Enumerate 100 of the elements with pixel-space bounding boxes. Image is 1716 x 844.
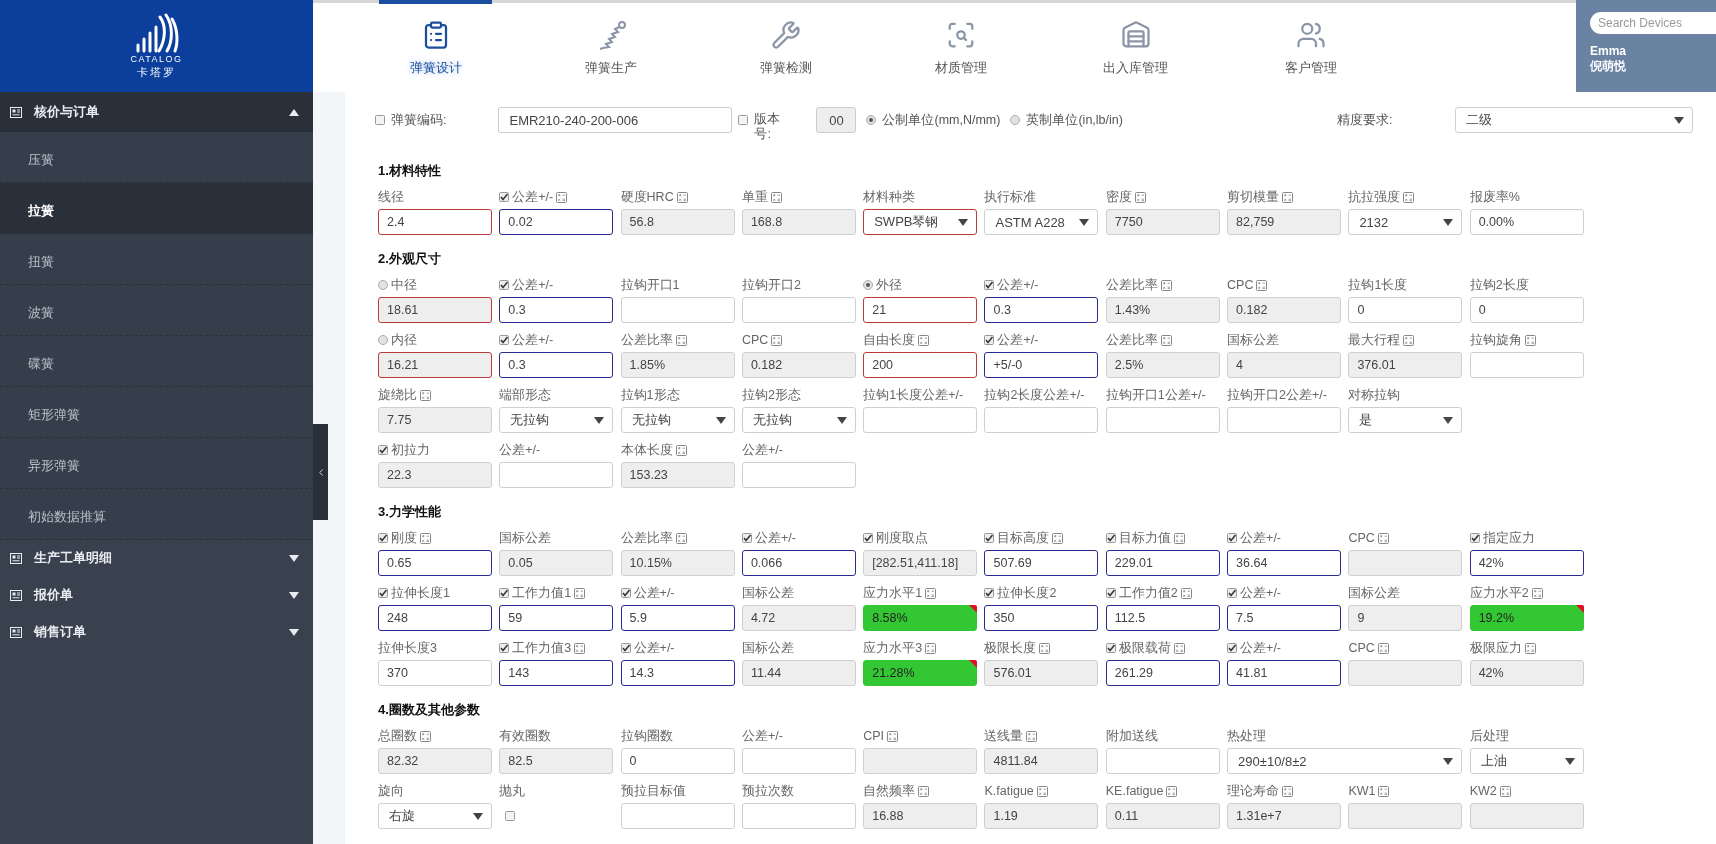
calculator-icon[interactable] (1052, 532, 1064, 544)
calculator-icon[interactable] (574, 642, 586, 654)
input-field[interactable]: EMR210-240-200-006 (498, 107, 733, 133)
calculator-icon[interactable] (771, 334, 783, 346)
input-field[interactable]: 0.65 (378, 550, 492, 576)
calculator-icon[interactable] (420, 532, 431, 544)
nav-tab[interactable]: 出入库管理 (1048, 0, 1223, 92)
input-field[interactable]: 14.3 (620, 660, 735, 686)
readonly-field[interactable]: 0.182 (741, 352, 856, 378)
input-field[interactable] (620, 297, 735, 323)
readonly-field[interactable]: 4.72 (741, 605, 856, 631)
dropdown-field[interactable]: 上油 (1469, 748, 1584, 774)
nav-tab[interactable]: 材质管理 (873, 0, 1048, 92)
calculator-icon[interactable] (675, 334, 687, 346)
dropdown-field[interactable]: 无拉钩 (499, 407, 614, 433)
readonly-field[interactable] (1348, 803, 1463, 829)
readonly-field[interactable]: 21.28% (863, 660, 978, 686)
input-field[interactable]: 21 (863, 297, 978, 323)
calculator-icon[interactable] (1282, 785, 1294, 797)
readonly-field[interactable]: 0.182 (1227, 297, 1342, 323)
readonly-field[interactable]: 42% (1469, 660, 1584, 686)
calculator-icon[interactable] (675, 444, 687, 456)
input-field[interactable]: 2.4 (378, 209, 492, 235)
calculator-icon[interactable] (420, 730, 431, 742)
calculator-icon[interactable] (1039, 642, 1051, 654)
checkbox[interactable] (984, 335, 995, 345)
readonly-field[interactable]: 82,759 (1227, 209, 1342, 235)
input-field[interactable] (499, 462, 614, 488)
checkbox[interactable] (1105, 588, 1116, 598)
calculator-icon[interactable] (1377, 642, 1389, 654)
input-field[interactable]: 112.5 (1105, 605, 1220, 631)
checkbox[interactable] (1105, 643, 1116, 653)
calculator-icon[interactable] (918, 334, 930, 346)
calculator-icon[interactable] (1180, 587, 1192, 599)
checkbox[interactable] (863, 533, 874, 543)
dropdown-field[interactable]: 290±10/8±2 (1227, 748, 1463, 774)
readonly-field[interactable]: 16.21 (378, 352, 492, 378)
calculator-icon[interactable] (1524, 642, 1536, 654)
dropdown-field[interactable]: 是 (1348, 407, 1463, 433)
input-field[interactable]: 41.81 (1227, 660, 1342, 686)
input-field[interactable]: 59 (499, 605, 614, 631)
calculator-icon[interactable] (1160, 279, 1172, 291)
readonly-field[interactable]: 153.23 (620, 462, 735, 488)
readonly-field[interactable]: 1.19 (984, 803, 1099, 829)
readonly-field[interactable]: 56.8 (620, 209, 735, 235)
radio-button[interactable] (863, 280, 874, 290)
calculator-icon[interactable] (420, 389, 431, 401)
input-field[interactable] (741, 297, 856, 323)
input-field[interactable]: 7.5 (1227, 605, 1342, 631)
checkbox[interactable] (378, 588, 388, 598)
radio-button[interactable] (378, 335, 388, 345)
calculator-icon[interactable] (1134, 191, 1146, 203)
checkbox[interactable] (738, 115, 749, 125)
input-field[interactable]: 261.29 (1105, 660, 1220, 686)
calculator-icon[interactable] (918, 785, 930, 797)
input-field[interactable]: 0 (1348, 297, 1463, 323)
calculator-icon[interactable] (556, 191, 568, 203)
checkbox[interactable] (378, 533, 388, 543)
readonly-field[interactable]: 82.32 (378, 748, 492, 774)
readonly-field[interactable]: 0.11 (1105, 803, 1220, 829)
input-field[interactable]: 507.69 (984, 550, 1099, 576)
input-field[interactable]: 42% (1469, 550, 1584, 576)
calculator-icon[interactable] (1036, 785, 1048, 797)
input-field[interactable]: 0.02 (499, 209, 614, 235)
input-field[interactable]: 0.3 (499, 352, 614, 378)
input-field[interactable] (1105, 407, 1220, 433)
dropdown-field[interactable]: 右旋 (378, 803, 492, 829)
readonly-field[interactable]: 11.44 (741, 660, 856, 686)
checkbox[interactable] (1227, 533, 1238, 543)
input-field[interactable]: +5/-0 (984, 352, 1099, 378)
input-field[interactable]: 229.01 (1105, 550, 1220, 576)
calculator-icon[interactable] (1378, 785, 1390, 797)
checkbox[interactable] (499, 280, 510, 290)
checkbox[interactable] (984, 533, 995, 543)
checkbox[interactable] (505, 811, 516, 821)
input-field[interactable] (1469, 352, 1584, 378)
collapse-handle[interactable] (313, 424, 328, 520)
checkbox[interactable] (620, 643, 631, 653)
calculator-icon[interactable] (675, 532, 687, 544)
readonly-field[interactable]: 1.85% (620, 352, 735, 378)
calculator-icon[interactable] (1499, 785, 1511, 797)
readonly-field[interactable] (1348, 550, 1463, 576)
input-field[interactable]: 0.3 (499, 297, 614, 323)
input-field[interactable] (620, 803, 735, 829)
input-field[interactable]: 200 (863, 352, 978, 378)
readonly-field[interactable]: 00 (816, 107, 857, 133)
readonly-field[interactable]: 4811.84 (984, 748, 1099, 774)
readonly-field[interactable]: 7.75 (378, 407, 492, 433)
readonly-field[interactable]: 8.58% (863, 605, 978, 631)
input-field[interactable]: 143 (499, 660, 614, 686)
search-field[interactable]: Search Devices (1590, 12, 1716, 34)
calculator-icon[interactable] (1403, 191, 1415, 203)
input-field[interactable]: 0 (620, 748, 735, 774)
calculator-icon[interactable] (770, 191, 782, 203)
checkbox[interactable] (499, 643, 510, 653)
input-field[interactable]: 0.00% (1469, 209, 1584, 235)
dropdown-field[interactable]: 二级 (1455, 107, 1693, 133)
input-field[interactable]: 350 (984, 605, 1099, 631)
checkbox[interactable] (1227, 643, 1238, 653)
readonly-field[interactable]: 4 (1227, 352, 1342, 378)
